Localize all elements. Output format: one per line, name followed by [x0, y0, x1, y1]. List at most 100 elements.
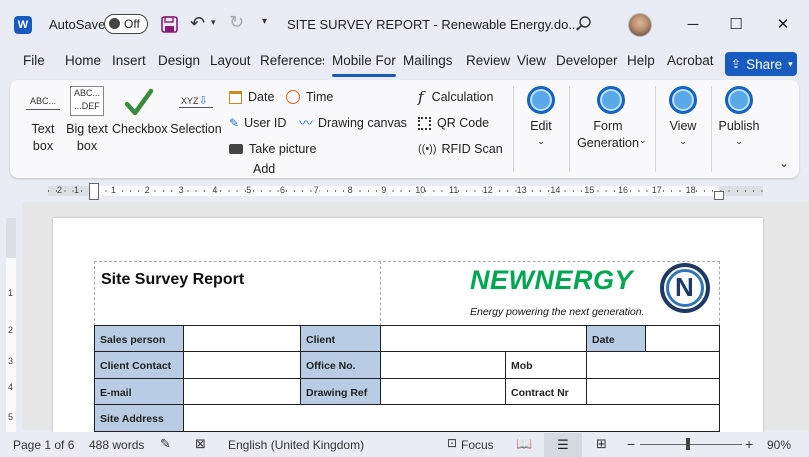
- site-address-label: Site Address: [94, 404, 184, 432]
- zoom-in-button[interactable]: +: [745, 436, 753, 452]
- report-title: Site Survey Report: [101, 271, 245, 288]
- word-count[interactable]: 488 words: [89, 438, 144, 452]
- tab-mailings[interactable]: Mailings: [403, 53, 453, 75]
- minimize-button[interactable]: ─: [670, 0, 716, 48]
- share-button[interactable]: ⇪ Share ▾: [725, 52, 797, 76]
- drawing-canvas-button[interactable]: 〰 Drawing canvas: [299, 114, 407, 132]
- checkbox-button[interactable]: Checkbox: [112, 84, 168, 142]
- accessibility-icon[interactable]: ⊠: [195, 436, 206, 452]
- email-field[interactable]: [183, 378, 301, 405]
- site-address-field[interactable]: [183, 404, 720, 432]
- save-icon[interactable]: [161, 16, 178, 33]
- qr-code-button[interactable]: QR Code: [418, 114, 489, 132]
- language-status[interactable]: English (United Kingdom): [228, 438, 364, 452]
- ruler-num: 13: [516, 185, 527, 195]
- sales-person-field[interactable]: [183, 325, 301, 352]
- office-no-field[interactable]: [380, 351, 506, 379]
- form-generation-dropdown-icon: ⌄: [639, 135, 647, 145]
- ribbon-separator: [569, 86, 570, 172]
- userid-label: User ID: [244, 116, 287, 130]
- focus-mode-label[interactable]: Focus: [461, 438, 494, 452]
- tab-layout[interactable]: Layout: [210, 53, 251, 75]
- selection-button[interactable]: XYZ⇩ Selection: [170, 88, 222, 142]
- tab-acrobat[interactable]: Acrobat: [667, 53, 714, 75]
- search-icon[interactable]: [576, 16, 592, 32]
- date-field[interactable]: [645, 325, 720, 352]
- client-field[interactable]: [380, 325, 587, 352]
- checkmark-icon: [124, 88, 154, 116]
- view-button[interactable]: View ⌄: [663, 86, 703, 150]
- undo-icon[interactable]: ↶: [190, 13, 205, 34]
- maximize-button[interactable]: ☐: [713, 0, 759, 48]
- rfid-scan-label: RFID Scan: [441, 142, 503, 156]
- edit-button[interactable]: Edit ⌄: [521, 86, 561, 150]
- ribbon-separator: [711, 86, 712, 172]
- rfid-scan-button[interactable]: ((•)) RFID Scan: [418, 140, 503, 158]
- undo-dropdown-icon[interactable]: ▾: [211, 17, 216, 28]
- view-icon: [669, 86, 697, 114]
- ruler-num: 9: [381, 185, 387, 195]
- focus-icon[interactable]: ⊡: [447, 436, 457, 450]
- add-group-label: Add: [253, 162, 276, 176]
- zoom-level[interactable]: 90%: [767, 438, 791, 452]
- tab-view[interactable]: View: [517, 53, 546, 75]
- vruler-num: 5: [8, 412, 14, 422]
- autosave-state: Off: [124, 17, 140, 31]
- form-generation-button[interactable]: Form Generation ⌄: [575, 86, 647, 150]
- tab-design[interactable]: Design: [158, 53, 200, 75]
- tab-home[interactable]: Home: [65, 53, 101, 75]
- time-button[interactable]: Time: [286, 88, 333, 106]
- collapse-ribbon-icon[interactable]: ⌄: [779, 156, 789, 170]
- drawing-ref-field[interactable]: [380, 378, 506, 405]
- take-picture-button[interactable]: Take picture: [229, 140, 316, 158]
- share-label: Share: [746, 56, 783, 72]
- user-avatar[interactable]: [628, 13, 652, 37]
- textbox-icon: ABC...: [26, 96, 60, 110]
- publish-button[interactable]: Publish ⌄: [716, 86, 762, 150]
- tab-insert[interactable]: Insert: [112, 53, 146, 75]
- email-label: E-mail: [94, 378, 184, 405]
- right-indent-marker[interactable]: [714, 191, 724, 200]
- userid-button[interactable]: ✎ User ID: [229, 114, 286, 132]
- tab-references[interactable]: References: [260, 53, 324, 75]
- camera-icon: [229, 144, 243, 154]
- vruler-num: 2: [8, 325, 14, 335]
- zoom-slider[interactable]: [640, 438, 742, 450]
- client-contact-label: Client Contact: [94, 351, 184, 379]
- proofing-icon[interactable]: ✎: [160, 436, 171, 452]
- print-layout-icon[interactable]: ☰: [544, 433, 582, 457]
- textbox-button[interactable]: ABC... Text box: [24, 88, 62, 154]
- zoom-slider-thumb[interactable]: [686, 438, 690, 450]
- share-dropdown-icon: ▾: [788, 58, 793, 69]
- vertical-ruler-margin: [6, 218, 16, 258]
- ruler-num: 5: [246, 185, 252, 195]
- calculation-label: Calculation: [431, 90, 494, 104]
- userid-icon: ✎: [229, 116, 240, 130]
- date-label: Date: [248, 90, 275, 104]
- word-app-icon[interactable]: W: [14, 16, 32, 34]
- date-button[interactable]: Date: [229, 88, 274, 106]
- tab-file[interactable]: File: [23, 53, 45, 75]
- autosave-toggle[interactable]: Off: [104, 14, 148, 34]
- tab-mobile-forms[interactable]: Mobile For: [332, 53, 398, 75]
- tab-help[interactable]: Help: [627, 53, 655, 75]
- mob-field[interactable]: [586, 351, 720, 379]
- contract-nr-field[interactable]: [586, 378, 720, 405]
- zoom-out-button[interactable]: −: [627, 436, 635, 452]
- web-layout-icon[interactable]: ⊞: [596, 436, 607, 452]
- close-button[interactable]: ✕: [760, 0, 806, 48]
- redo-icon[interactable]: ↻: [229, 12, 244, 33]
- logo-badge-letter: N: [675, 272, 694, 302]
- big-textbox-button[interactable]: ABC... ...DEF Big text box: [66, 84, 108, 154]
- header-divider: [380, 261, 381, 326]
- form-generation-label: Form Generation: [577, 119, 639, 150]
- read-mode-icon[interactable]: 📖: [516, 436, 532, 452]
- tab-developer[interactable]: Developer: [556, 53, 618, 75]
- calculation-button[interactable]: f Calculation: [418, 88, 493, 106]
- client-contact-field[interactable]: [183, 351, 301, 379]
- page-count[interactable]: Page 1 of 6: [13, 438, 74, 452]
- indent-marker[interactable]: [89, 183, 99, 200]
- customize-qat-icon[interactable]: ▾: [262, 16, 267, 27]
- take-picture-label: Take picture: [249, 142, 317, 156]
- tab-review[interactable]: Review: [466, 53, 510, 75]
